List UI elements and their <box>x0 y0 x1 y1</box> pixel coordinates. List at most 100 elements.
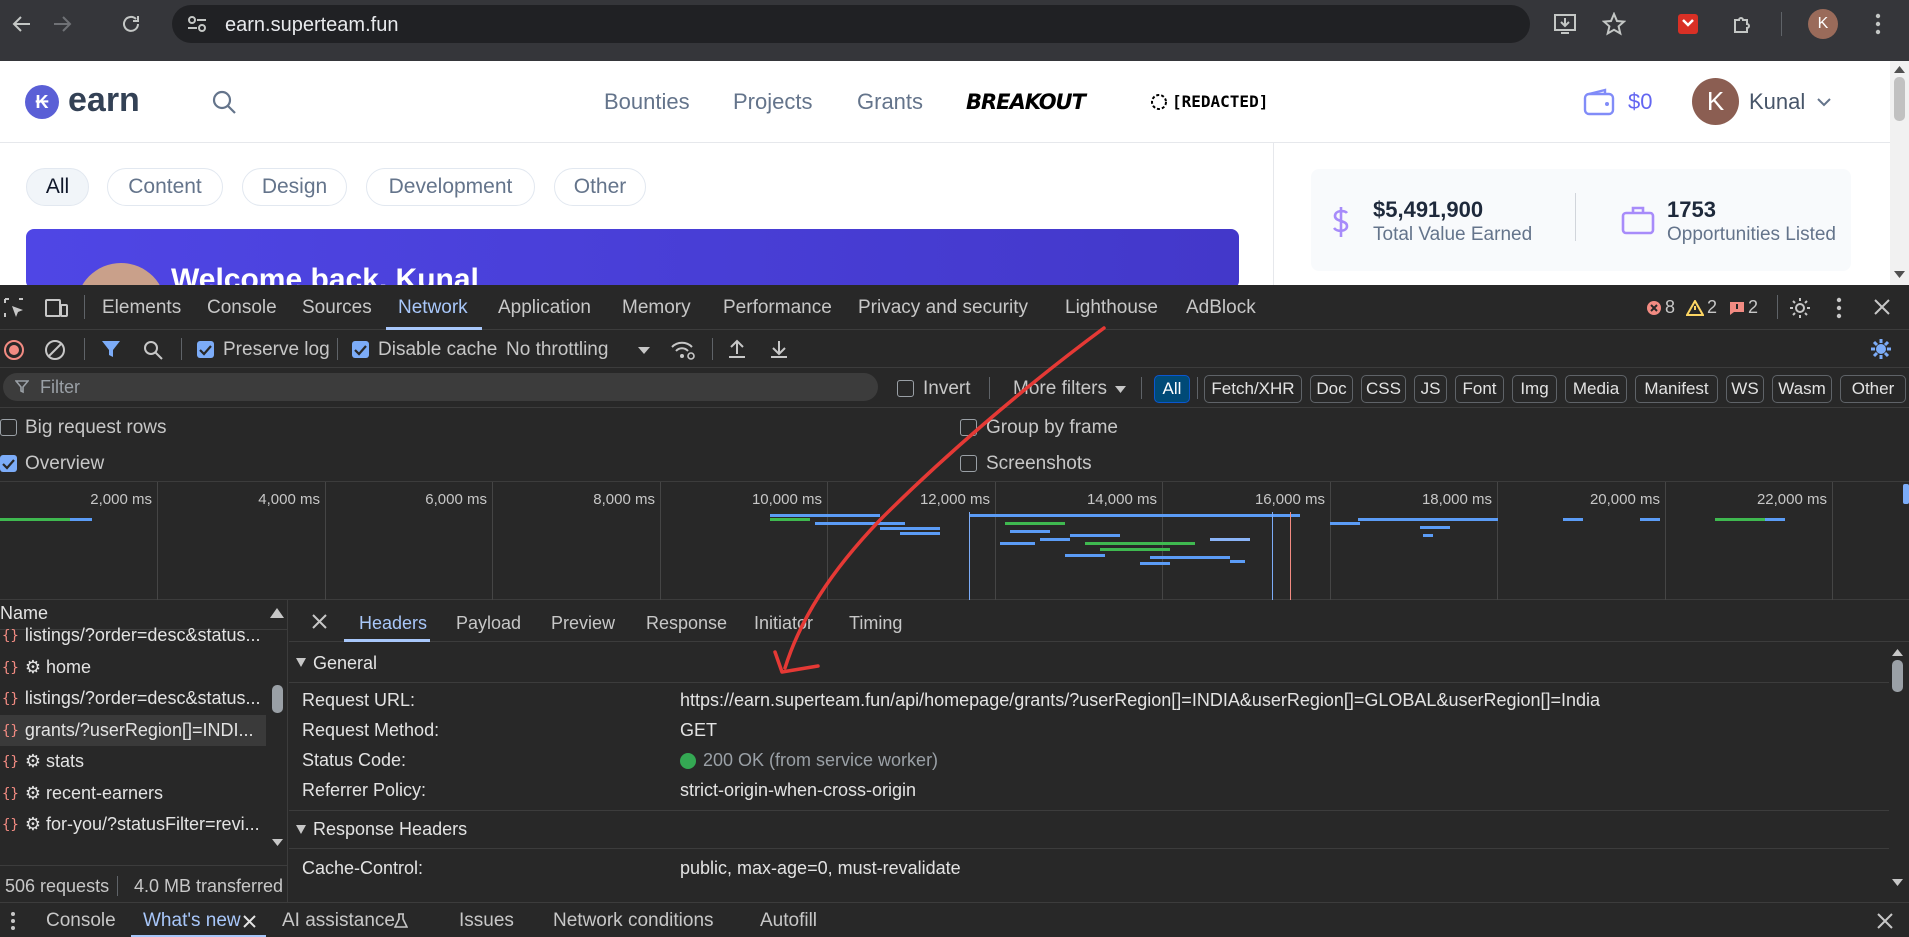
user-name[interactable]: Kunal <box>1749 89 1805 115</box>
request-list-scrollbar[interactable] <box>270 600 288 910</box>
settings-gear-icon[interactable] <box>1788 296 1812 320</box>
timeline-range-handle[interactable] <box>1903 484 1909 504</box>
filter-pill-development[interactable]: Development <box>366 168 535 206</box>
tab-performance[interactable]: Performance <box>723 297 832 319</box>
wallet-icon[interactable] <box>1583 88 1615 116</box>
wallet-balance[interactable]: $0 <box>1628 89 1652 115</box>
close-detail-icon[interactable] <box>312 614 327 629</box>
request-url-value[interactable]: https://earn.superteam.fun/api/homepage/… <box>680 690 1600 711</box>
search-icon[interactable] <box>142 339 164 361</box>
filter-chip-img[interactable]: Img <box>1512 375 1557 403</box>
group-by-frame-checkbox[interactable] <box>960 419 977 436</box>
referrer-value[interactable]: strict-origin-when-cross-origin <box>680 780 916 801</box>
detail-scrollbar[interactable] <box>1889 642 1907 892</box>
inspect-element-icon[interactable] <box>3 297 25 319</box>
preserve-log-checkbox[interactable] <box>197 341 214 358</box>
nav-grants[interactable]: Grants <box>857 89 923 115</box>
page-scroll-thumb[interactable] <box>1894 77 1905 121</box>
drawer-menu-icon[interactable] <box>10 911 16 931</box>
filter-chip-other[interactable]: Other <box>1840 375 1906 403</box>
dropdown-arrow-icon[interactable] <box>638 347 650 355</box>
tab-lighthouse[interactable]: Lighthouse <box>1065 297 1158 319</box>
drawer-tab-network-conditions[interactable]: Network conditions <box>553 910 714 932</box>
page-scrollbar[interactable] <box>1890 61 1909 285</box>
big-rows-label[interactable]: Big request rows <box>25 417 167 439</box>
breakout-logo[interactable]: BREAKOUT <box>966 90 1086 114</box>
filter-pill-other[interactable]: Other <box>554 168 646 206</box>
request-row[interactable]: {} listings/?order=desc&status... <box>0 620 266 651</box>
filter-chip-font[interactable]: Font <box>1455 375 1504 403</box>
profile-avatar[interactable]: K <box>1808 9 1838 39</box>
devtools-menu-icon[interactable] <box>1836 297 1842 319</box>
install-app-icon[interactable] <box>1551 10 1579 38</box>
tab-application[interactable]: Application <box>498 297 591 319</box>
close-tab-icon[interactable] <box>243 915 256 928</box>
network-settings-gear-icon[interactable] <box>1869 337 1893 361</box>
tab-network[interactable]: Network <box>398 297 468 319</box>
filter-pill-design[interactable]: Design <box>242 168 347 206</box>
disable-cache-label[interactable]: Disable cache <box>378 339 497 361</box>
network-conditions-wifi-icon[interactable] <box>670 338 696 362</box>
kebab-menu-icon[interactable] <box>1864 10 1892 38</box>
triangle-expanded-icon[interactable] <box>296 825 306 834</box>
request-row[interactable]: {} ⚙ for-you/?statusFilter=revi... <box>0 809 266 840</box>
search-icon[interactable] <box>211 89 237 115</box>
overview-label[interactable]: Overview <box>25 453 104 475</box>
drawer-tab-autofill[interactable]: Autofill <box>760 910 817 932</box>
drawer-tab-whats-new[interactable]: What's new <box>143 910 241 932</box>
screenshots-checkbox[interactable] <box>960 455 977 472</box>
group-by-frame-label[interactable]: Group by frame <box>986 417 1118 439</box>
filter-funnel-icon[interactable] <box>101 339 121 359</box>
import-har-icon[interactable] <box>726 338 748 360</box>
tab-adblock[interactable]: AdBlock <box>1186 297 1256 319</box>
response-headers-title[interactable]: Response Headers <box>313 819 467 840</box>
cache-control-value[interactable]: public, max-age=0, must-revalidate <box>680 858 961 879</box>
extension-shield-icon[interactable] <box>1674 10 1702 38</box>
filter-chip-media[interactable]: Media <box>1565 375 1627 403</box>
clear-icon[interactable] <box>44 339 66 361</box>
filter-chip-manifest[interactable]: Manifest <box>1635 375 1718 403</box>
address-bar[interactable]: earn.superteam.fun <box>172 5 1530 43</box>
drawer-tab-issues[interactable]: Issues <box>459 910 514 932</box>
network-overview-timeline[interactable]: 2,000 ms 4,000 ms 6,000 ms 8,000 ms 10,000 m… <box>0 482 1909 600</box>
nav-bounties[interactable]: Bounties <box>604 89 690 115</box>
filter-chip-css[interactable]: CSS <box>1361 375 1406 403</box>
drawer-tab-ai-assistance[interactable]: AI assistance <box>282 910 395 932</box>
invert-checkbox[interactable] <box>897 380 914 397</box>
bookmark-star-icon[interactable] <box>1600 10 1628 38</box>
filter-chip-js[interactable]: JS <box>1414 375 1447 403</box>
throttling-select[interactable]: No throttling <box>506 339 608 361</box>
redacted-nav[interactable]: [REDACTED] <box>1172 92 1268 111</box>
issue-count-badge[interactable]: 2 <box>1729 297 1758 318</box>
close-drawer-icon[interactable] <box>1877 913 1893 929</box>
url-text[interactable]: earn.superteam.fun <box>225 14 398 37</box>
request-row-selected[interactable]: {} grants/?userRegion[]=INDI... <box>0 715 266 746</box>
nav-projects[interactable]: Projects <box>733 89 812 115</box>
tab-timing[interactable]: Timing <box>849 613 902 634</box>
back-button[interactable] <box>8 10 36 38</box>
detail-scroll-thumb[interactable] <box>1892 660 1903 692</box>
filter-chip-fetch-xhr[interactable]: Fetch/XHR <box>1204 375 1302 403</box>
request-row[interactable]: {} ⚙ stats <box>0 746 266 777</box>
triangle-expanded-icon[interactable] <box>296 658 306 667</box>
earn-logo-icon[interactable]: ₭ <box>25 85 59 119</box>
request-row[interactable]: {} ⚙ home <box>0 652 266 683</box>
reload-button[interactable] <box>117 10 145 38</box>
request-scroll-thumb[interactable] <box>272 685 283 713</box>
logo-text[interactable]: earn <box>68 81 140 120</box>
general-section-title[interactable]: General <box>313 653 377 674</box>
invert-label[interactable]: Invert <box>923 378 971 400</box>
record-stop-icon[interactable] <box>3 339 25 361</box>
extensions-puzzle-icon[interactable] <box>1729 10 1757 38</box>
tab-payload[interactable]: Payload <box>456 613 521 634</box>
tab-memory[interactable]: Memory <box>622 297 691 319</box>
close-devtools-icon[interactable] <box>1873 298 1891 316</box>
tab-sources[interactable]: Sources <box>302 297 372 319</box>
tab-headers[interactable]: Headers <box>359 613 427 634</box>
warning-count-badge[interactable]: 2 <box>1686 297 1717 318</box>
status-value[interactable]: 200 OK (from service worker) <box>703 750 938 771</box>
filter-input[interactable]: Filter <box>3 373 878 401</box>
filter-chip-all[interactable]: All <box>1154 375 1190 403</box>
request-row[interactable]: {} listings/?order=desc&status... <box>0 683 266 714</box>
tab-preview[interactable]: Preview <box>551 613 615 634</box>
